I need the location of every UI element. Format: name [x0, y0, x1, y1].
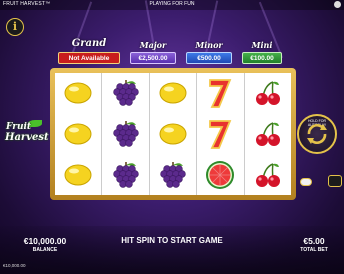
jackpot-major-name: Major	[139, 40, 167, 50]
play-mode-label: PLAYING FOR FUN	[149, 1, 195, 7]
jackpot-minor-name: Minor	[195, 40, 223, 50]
spin-arrows-icon	[307, 123, 327, 145]
jackpot-minor: Minor €500.00	[186, 40, 232, 68]
reel-frame	[50, 68, 296, 200]
grapes-icon	[150, 154, 196, 195]
reel-4	[197, 73, 245, 195]
jackpot-major: Major €2,500.00	[130, 40, 176, 68]
game-logo: Fruit Harvest	[2, 120, 50, 150]
menu-icon[interactable]	[334, 1, 341, 8]
logo-word-fruit: Fruit	[6, 122, 32, 132]
lemon-icon	[55, 114, 101, 155]
reel-1	[55, 73, 103, 195]
jackpot-mini: Mini €100.00	[242, 40, 282, 68]
spin-button[interactable]: HOLD FOR AUTOPLAY	[297, 114, 337, 154]
lemon-icon	[150, 114, 196, 155]
lemon-icon	[150, 73, 196, 114]
top-bar: FRUIT HARVEST™ PLAYING FOR FUN	[0, 0, 344, 10]
seven-icon	[197, 114, 243, 155]
cherries-icon	[245, 154, 291, 195]
cherries-icon	[245, 73, 291, 114]
jackpot-grand: Grand Not Available	[58, 38, 120, 68]
balance-label: BALANCE	[32, 247, 58, 253]
jackpot-mini-name: Mini	[251, 40, 273, 50]
logo-word-harvest: Harvest	[5, 132, 49, 143]
seven-icon	[197, 73, 243, 114]
jackpot-minor-value: €500.00	[186, 52, 232, 64]
turbo-toggle[interactable]	[300, 178, 312, 186]
reel-3	[150, 73, 198, 195]
jackpot-grand-name: Grand	[71, 38, 107, 49]
lemon-icon	[55, 73, 101, 114]
jackpot-grand-value: Not Available	[58, 52, 120, 64]
total-bet-label: TOTAL BET	[300, 247, 328, 253]
grapes-icon	[102, 154, 148, 195]
jackpot-mini-value: €100.00	[242, 52, 282, 64]
cherries-icon	[245, 114, 291, 155]
footer-balance: €10,000.00	[3, 263, 26, 268]
grapes-icon	[102, 114, 148, 155]
reel-2	[102, 73, 150, 195]
jackpot-major-value: €2,500.00	[130, 52, 176, 64]
watermelon-icon	[197, 154, 243, 195]
total-bet-value[interactable]: €5.00	[284, 236, 344, 246]
grapes-icon	[102, 73, 148, 114]
reel-grid	[55, 73, 291, 195]
reel-5	[245, 73, 291, 195]
lemon-icon	[55, 154, 101, 195]
autoplay-button[interactable]	[328, 175, 342, 187]
info-button[interactable]: i	[6, 18, 24, 36]
